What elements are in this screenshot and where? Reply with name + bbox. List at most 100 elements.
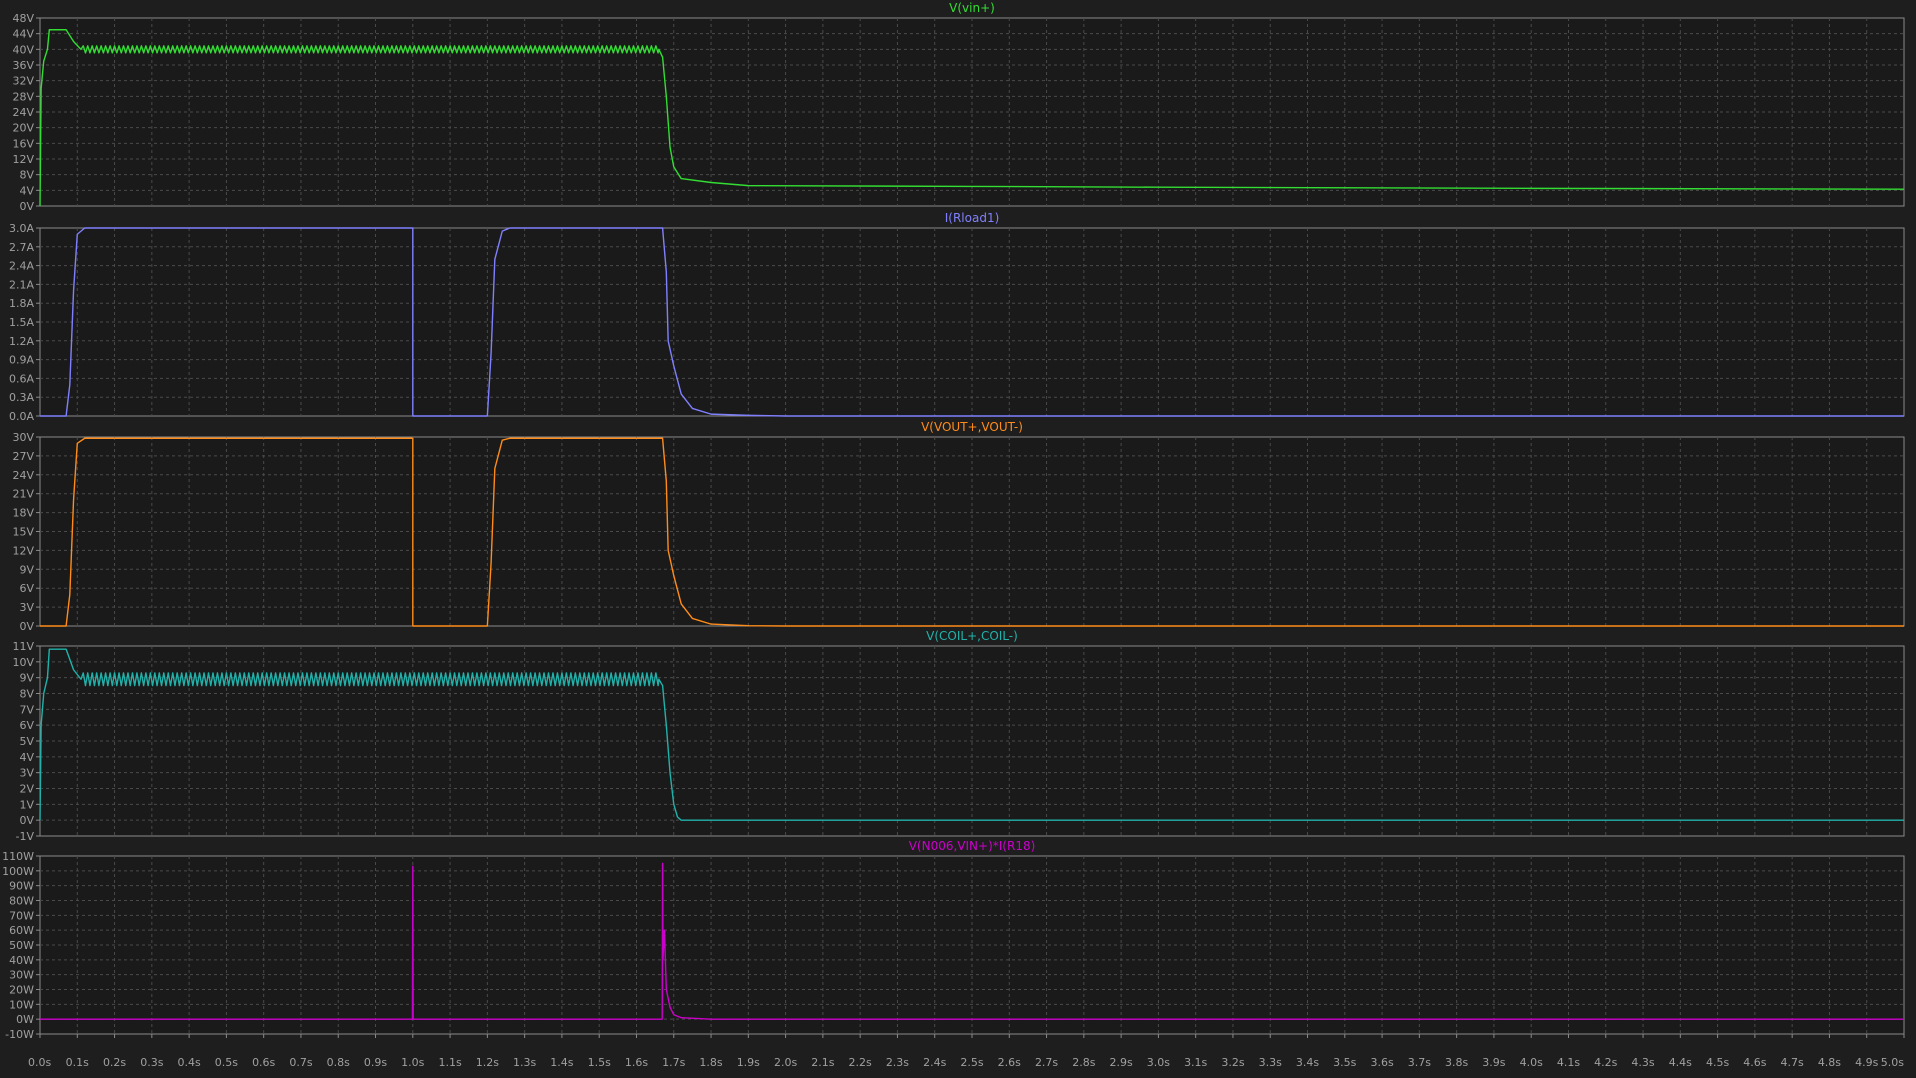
y-tick-label: 1.2A xyxy=(9,335,34,348)
x-tick-label: 1.7s xyxy=(662,1056,685,1069)
x-tick-label: 3.4s xyxy=(1296,1056,1319,1069)
x-tick-label: 3.2s xyxy=(1221,1056,1244,1069)
y-tick-label: -1V xyxy=(16,830,35,843)
y-tick-label: 40W xyxy=(9,954,34,967)
y-tick-label: 28V xyxy=(12,90,34,103)
y-tick-label: 32V xyxy=(12,75,34,88)
y-tick-label: 12V xyxy=(12,153,34,166)
x-tick-label: 4.9s xyxy=(1855,1056,1878,1069)
y-tick-label: 3V xyxy=(19,767,34,780)
x-tick-label: 1.9s xyxy=(737,1056,760,1069)
pane-2: 0.0A 0.3A 0.6A 0.9A 1.2A 1.5A 1.8A 2.1A 2.4A 2.7A… xyxy=(9,211,1905,423)
y-tick-label: 1V xyxy=(19,798,34,811)
y-tick-label: 60W xyxy=(9,924,34,937)
y-tick-label: 5V xyxy=(19,735,34,748)
x-tick-label: 4.4s xyxy=(1669,1056,1692,1069)
plot-canvas[interactable]: 0V 4V 8V 12V 16V 20V 24V 28V 32V 36V 40V 44V 48V V(vi… xyxy=(0,0,1916,1074)
x-tick-label: 4.8s xyxy=(1818,1056,1841,1069)
x-tick-label: 0.9s xyxy=(364,1056,387,1069)
y-tick-label: 7V xyxy=(19,703,34,716)
trace-title[interactable]: V(N006,VIN+)*I(R18) xyxy=(909,839,1036,853)
x-tick-label: 2.9s xyxy=(1110,1056,1133,1069)
x-tick-label: 1.5s xyxy=(588,1056,611,1069)
x-tick-label: 4.3s xyxy=(1631,1056,1654,1069)
x-tick-label: 2.0s xyxy=(774,1056,797,1069)
y-tick-label: 2V xyxy=(19,783,34,796)
pane-5: -10W 0W 10W20W 30W 40W 50W 60W 70W80W 90W 100W 110… xyxy=(2,839,1905,1041)
y-tick-label: 30V xyxy=(12,431,34,444)
y-tick-label: 48V xyxy=(12,12,34,25)
x-tick-label: 1.6s xyxy=(625,1056,648,1069)
x-tick-label: 0.6s xyxy=(252,1056,275,1069)
y-tick-label: 80W xyxy=(9,895,34,908)
y-tick-label: 10V xyxy=(12,656,34,669)
x-tick-label: 3.6s xyxy=(1370,1056,1393,1069)
y-tick-label: 18V xyxy=(12,507,34,520)
y-tick-label: 36V xyxy=(12,59,34,72)
y-tick-label: 8V xyxy=(19,688,34,701)
y-tick-label: 9V xyxy=(19,672,34,685)
pane-3: 0V 3V 6V 9V 12V 15V 18V 21V 24V 27V 30V V(VOUT+,VOU… xyxy=(12,420,1905,633)
x-tick-label: 2.2s xyxy=(849,1056,872,1069)
x-tick-label: 2.6s xyxy=(998,1056,1021,1069)
x-tick-label: 1.4s xyxy=(550,1056,573,1069)
y-tick-label: 100W xyxy=(2,865,34,878)
y-tick-label: 0.9A xyxy=(9,354,34,367)
y-tick-label: 3.0A xyxy=(9,222,34,235)
y-tick-label: 1.8A xyxy=(9,297,34,310)
x-tick-label: 4.7s xyxy=(1781,1056,1804,1069)
y-tick-label: 2.7A xyxy=(9,241,34,254)
x-tick-label: 3.5s xyxy=(1333,1056,1356,1069)
x-tick-label: 2.4s xyxy=(923,1056,946,1069)
y-tick-label: 9V xyxy=(19,563,34,576)
y-tick-label: 15V xyxy=(12,526,34,539)
x-tick-label: 1.0s xyxy=(401,1056,424,1069)
x-tick-label: 2.7s xyxy=(1035,1056,1058,1069)
y-tick-label: 6V xyxy=(19,582,34,595)
x-tick-label: 0.3s xyxy=(140,1056,163,1069)
y-tick-label: 11V xyxy=(12,640,34,653)
x-tick-label: 0.8s xyxy=(327,1056,350,1069)
x-tick-label: 4.6s xyxy=(1743,1056,1766,1069)
x-tick-label: 3.3s xyxy=(1259,1056,1282,1069)
y-tick-label: 24V xyxy=(12,469,34,482)
x-tick-label: 2.1s xyxy=(811,1056,834,1069)
trace-title[interactable]: V(COIL+,COIL-) xyxy=(926,629,1018,643)
x-tick-label: 4.2s xyxy=(1594,1056,1617,1069)
y-tick-label: 0W xyxy=(16,1013,34,1026)
x-tick-label: 5.0s xyxy=(1881,1056,1904,1069)
x-tick-label: 4.0s xyxy=(1520,1056,1543,1069)
y-tick-label: 90W xyxy=(9,880,34,893)
x-tick-label: 3.7s xyxy=(1408,1056,1431,1069)
x-tick-label: 3.8s xyxy=(1445,1056,1468,1069)
y-tick-label: 0V xyxy=(19,200,34,213)
x-tick-label: 0.0s xyxy=(28,1056,51,1069)
x-tick-label: 4.5s xyxy=(1706,1056,1729,1069)
x-tick-label: 0.4s xyxy=(178,1056,201,1069)
x-tick-label: 1.1s xyxy=(438,1056,461,1069)
y-tick-label: 30W xyxy=(9,969,34,982)
x-tick-label: 0.5s xyxy=(215,1056,238,1069)
trace-title[interactable]: V(VOUT+,VOUT-) xyxy=(921,420,1023,434)
trace-title[interactable]: V(vin+) xyxy=(949,1,995,15)
x-tick-label: 2.8s xyxy=(1072,1056,1095,1069)
x-tick-label: 3.9s xyxy=(1482,1056,1505,1069)
y-tick-label: 6V xyxy=(19,719,34,732)
y-tick-label: 0.3A xyxy=(9,391,34,404)
y-tick-label: 110W xyxy=(2,850,34,863)
x-tick-label: 3.0s xyxy=(1147,1056,1170,1069)
y-tick-label: 20W xyxy=(9,984,34,997)
y-tick-label: 24V xyxy=(12,106,34,119)
x-tick-label: 0.1s xyxy=(66,1056,89,1069)
y-tick-label: 3V xyxy=(19,601,34,614)
trace-title[interactable]: I(Rload1) xyxy=(945,211,1000,225)
y-tick-label: 50W xyxy=(9,939,34,952)
y-tick-label: 70W xyxy=(9,909,34,922)
x-tick-label: 4.1s xyxy=(1557,1056,1580,1069)
x-tick-label: 0.2s xyxy=(103,1056,126,1069)
x-tick-label: 2.3s xyxy=(886,1056,909,1069)
pane-4: -1V 0V 1V 2V 3V 4V 5V 6V 7V 8V 9V 10V 11V V(COIL+,COI… xyxy=(12,629,1905,843)
waveform-viewer[interactable]: 0V 4V 8V 12V 16V 20V 24V 28V 32V 36V 40V 44V 48V V(vi… xyxy=(0,0,1916,1074)
y-tick-label: 2.4A xyxy=(9,260,34,273)
y-tick-label: 4V xyxy=(19,184,34,197)
